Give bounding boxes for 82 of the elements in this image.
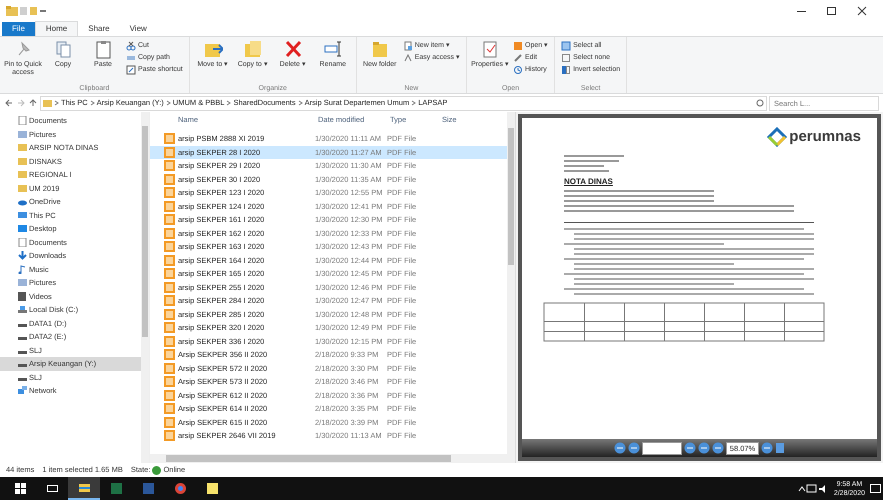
open-icon [513, 41, 523, 51]
pdf-icon [164, 349, 175, 360]
pdf-icon [164, 254, 175, 266]
document-icon [18, 116, 27, 126]
page-view-icon[interactable] [775, 442, 786, 454]
pdf-icon [164, 390, 175, 401]
back-icon[interactable] [4, 98, 14, 108]
pdf-icon [164, 308, 175, 320]
chevron-icon [411, 100, 416, 106]
document-heading: NOTA DINAS [564, 176, 614, 188]
pdf-icon [164, 200, 175, 212]
document-text-drawing [564, 154, 624, 172]
pdf-icon [164, 416, 175, 428]
chevron-icon [90, 100, 95, 106]
videos-icon [18, 292, 27, 301]
pdf-icon [164, 228, 175, 239]
spreadsheet-icon [110, 482, 122, 495]
document-icon [142, 482, 154, 495]
page-number-field[interactable] [642, 442, 682, 454]
folder-icon [78, 481, 90, 494]
up-icon[interactable] [28, 98, 38, 108]
pdf-icon [164, 403, 175, 414]
browser-icon [174, 482, 186, 495]
windows-icon [14, 482, 26, 495]
select-none-icon [561, 53, 572, 63]
ribbon-tab[interactable]: File [2, 22, 35, 36]
computer-icon [18, 210, 27, 220]
invert-selection-icon [561, 65, 572, 75]
pdf-icon [164, 133, 175, 144]
pdf-icon [164, 241, 175, 252]
pdf-icon [164, 268, 175, 280]
logo-icon [767, 127, 788, 148]
task-view-icon [46, 482, 58, 495]
folder-icon [242, 39, 263, 59]
quick-access-icon [18, 6, 48, 16]
shortcut-icon [126, 65, 136, 75]
ribbon-tab[interactable]: Home [34, 21, 78, 36]
chevron-icon [54, 100, 59, 106]
document-icon [18, 238, 27, 247]
pictures-icon [18, 130, 27, 139]
scissors-icon [126, 41, 136, 51]
select-all-icon [561, 41, 572, 51]
pdf-icon [164, 146, 175, 158]
pdf-icon [164, 295, 175, 306]
easy-access-icon [402, 53, 413, 63]
download-icon [18, 251, 27, 260]
scrollbar[interactable] [150, 454, 515, 463]
pdf-icon [164, 430, 175, 442]
pdf-icon [164, 174, 175, 185]
music-icon [18, 264, 27, 274]
new-item-icon [402, 41, 413, 51]
company-logo-text: perumnas [789, 127, 861, 147]
edit-icon [513, 53, 523, 63]
ribbon-tab[interactable]: Share [78, 22, 120, 36]
pdf-icon [164, 336, 175, 347]
desktop-icon [18, 224, 27, 234]
zoom-out-icon[interactable] [614, 442, 626, 454]
pdf-icon [164, 187, 175, 198]
rename-icon [322, 39, 343, 59]
sticky-note-icon [206, 482, 218, 495]
chevron-icon [166, 100, 171, 106]
pdf-icon [164, 282, 175, 293]
scrollbar[interactable] [141, 112, 149, 463]
notification-icon[interactable] [869, 482, 883, 494]
path-icon [126, 53, 136, 63]
pdf-icon [164, 362, 175, 374]
pdf-icon [164, 322, 175, 334]
pictures-icon [18, 278, 27, 288]
ribbon-tab[interactable]: View [120, 22, 157, 36]
taskbar-button[interactable] [68, 477, 100, 500]
folder-icon [6, 6, 18, 16]
pdf-icon [164, 376, 175, 388]
sync-icon [152, 466, 162, 474]
pdf-icon [164, 160, 175, 172]
history-icon [513, 65, 523, 75]
chevron-icon [298, 100, 303, 106]
disk-icon [18, 305, 27, 314]
chevron-icon [226, 100, 232, 106]
pdf-icon [164, 214, 175, 226]
scrollbar[interactable] [507, 112, 515, 454]
chevron-up-icon[interactable] [798, 484, 806, 492]
folder-icon [43, 99, 52, 107]
